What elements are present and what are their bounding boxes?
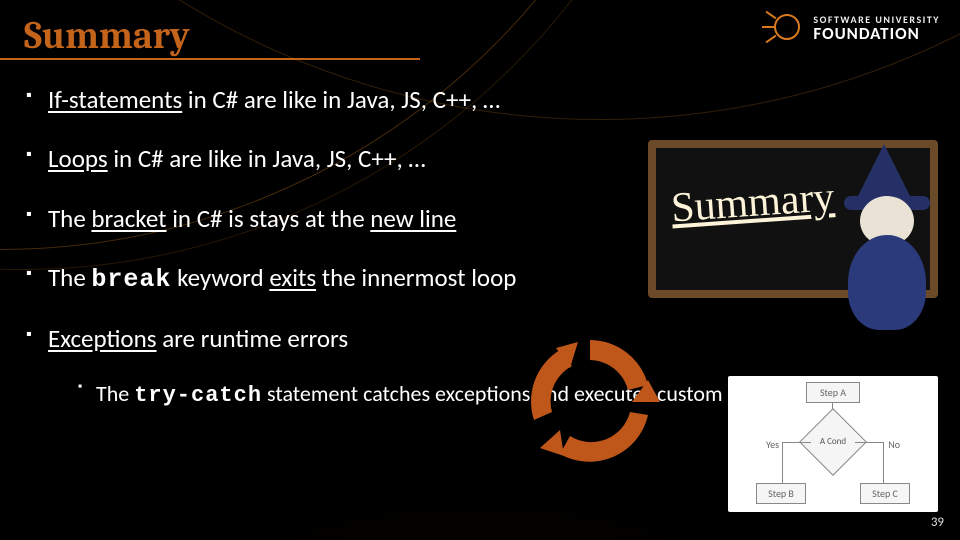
flowchart-image: Step A A Cond Yes No Step B Step C xyxy=(728,376,938,512)
flowchart-yes-label: Yes xyxy=(766,438,779,451)
lightbulb-icon xyxy=(767,8,807,48)
list-item: If-statements in C# are like in Java, JS… xyxy=(26,84,960,115)
brand-logo: SOFTWARE UNIVERSITY FOUNDATION xyxy=(767,8,940,48)
page-number: 39 xyxy=(931,515,944,530)
flowchart-step-c: Step C xyxy=(860,483,910,504)
flowchart-step-b: Step B xyxy=(756,483,806,504)
wizard-mascot-image xyxy=(822,150,952,330)
recycle-arrows-icon xyxy=(520,330,660,470)
flowchart-no-label: No xyxy=(888,438,900,451)
logo-line2: FOUNDATION xyxy=(813,25,940,42)
flowchart-condition: A Cond xyxy=(820,436,846,447)
flowchart-step-a: Step A xyxy=(806,382,860,403)
